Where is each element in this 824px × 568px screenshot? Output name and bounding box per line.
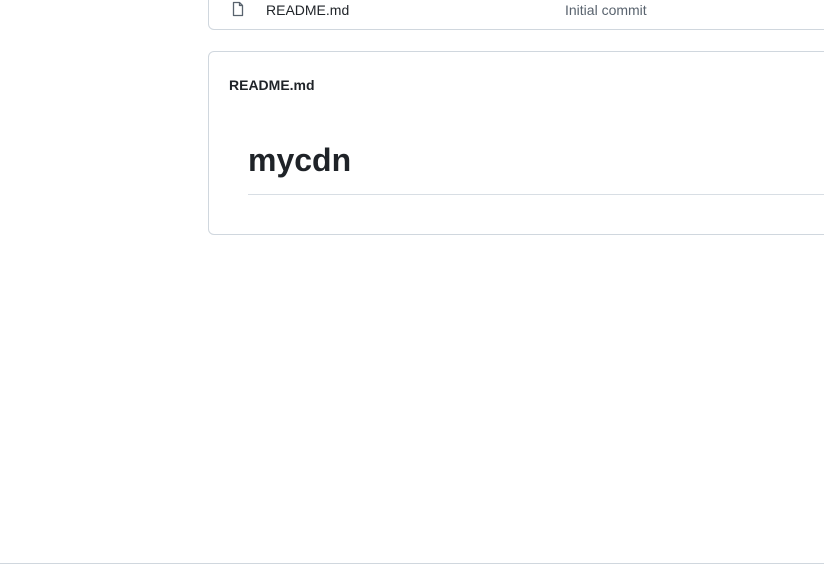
file-name-link[interactable]: README.md [266, 1, 349, 19]
readme-title: mycdn [248, 142, 352, 178]
file-icon [230, 1, 246, 17]
repository-page: README.md Initial commit README.md mycdn [0, 0, 824, 568]
commit-message-link[interactable]: Initial commit [565, 1, 647, 19]
readme-panel: README.md mycdn [208, 51, 824, 235]
readme-header-link[interactable]: README.md [229, 76, 315, 94]
footer-divider [0, 563, 824, 564]
file-row[interactable]: README.md Initial commit [209, 0, 824, 30]
readme-title-divider [248, 194, 824, 195]
file-list: README.md Initial commit [208, 0, 824, 30]
